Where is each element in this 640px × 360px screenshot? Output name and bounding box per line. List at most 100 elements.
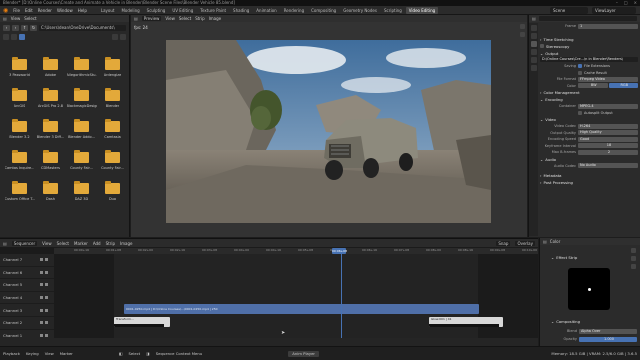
quality-dropdown[interactable]: High Quality [578,130,638,136]
cache-result-checkbox[interactable] [578,70,582,75]
sequencer-scrollbar[interactable] [0,338,538,346]
tab-video-editing[interactable]: Video Editing [405,6,439,14]
modifiers-tab-icon[interactable] [631,256,636,261]
compositing-section[interactable]: ⌄ Compositing [551,318,580,325]
menu-file[interactable]: File [13,8,20,13]
chevron-right-icon[interactable]: › [540,90,542,95]
chevron-right-icon[interactable]: › [540,173,542,178]
properties-search-input[interactable] [538,16,637,21]
folder-item[interactable]: ArcGIS [4,88,35,110]
folder-item[interactable]: DAZ 3D [66,181,97,203]
tab-modeling[interactable]: Modeling [118,7,142,14]
editor-type-icon[interactable]: ▤ [3,16,7,21]
folder-item[interactable]: Camtas Inquire... [4,150,35,172]
mute-icon[interactable] [45,283,49,287]
output-section[interactable]: Output [545,51,558,56]
color-management-section[interactable]: Color Management [544,90,580,95]
folder-item[interactable]: Ardengize [97,57,128,79]
chevron-down-icon[interactable]: ⌄ [540,97,543,102]
chevron-right-icon[interactable]: › [540,180,542,185]
file-extensions-checkbox[interactable] [578,64,582,69]
tab-shading[interactable]: Shading [230,7,252,14]
tab-scripting[interactable]: Scripting [381,7,405,14]
sq-menu-strip[interactable]: Strip [106,241,115,246]
speed-dropdown[interactable]: Good [578,136,638,142]
editor-type-icon[interactable]: ▤ [532,16,536,21]
color-bw-button[interactable]: BW [578,83,608,89]
metadata-section[interactable]: Metadata [544,173,562,178]
tab-sculpting[interactable]: Sculpting [144,7,169,14]
back-icon[interactable]: ‹ [3,24,10,31]
pv-menu-strip[interactable]: Strip [195,16,204,21]
folder-item[interactable]: 3 Passworld [4,57,35,79]
folder-item[interactable]: BlackmagicDesign [66,88,97,110]
stereoscopy-checkbox[interactable] [540,44,544,48]
output-tab-icon[interactable] [530,41,537,47]
blender-logo-icon[interactable]: ◉ [3,7,8,14]
editor-type-icon[interactable]: ▤ [543,239,547,244]
forward-icon[interactable]: › [12,24,19,31]
tab-layout[interactable]: Layout [98,7,118,14]
render-tab-icon[interactable] [530,33,537,39]
folder-item[interactable]: Blender [97,88,128,110]
menu-help[interactable]: Help [78,8,87,13]
status-keying[interactable]: Keying [26,351,39,356]
folder-item[interactable]: County Fair... [66,150,97,172]
editor-type-icon[interactable]: ▤ [134,16,138,21]
horizontal-list-icon[interactable] [11,34,17,40]
lock-icon[interactable] [40,296,44,300]
world-tab-icon[interactable] [530,65,537,71]
tool-tab-icon[interactable] [530,25,537,31]
tab-geometry-nodes[interactable]: Geometry Nodes [340,7,380,14]
mute-icon[interactable] [45,333,49,337]
lock-icon[interactable] [40,283,44,287]
folder-item[interactable]: Camtasia [97,119,128,141]
folder-item[interactable]: Duo [97,181,128,203]
keyframe-field[interactable]: 18 [578,143,638,149]
chevron-down-icon[interactable]: ⌄ [551,319,554,324]
effect-strip-right[interactable]: Glow.001 | 41 [429,317,503,327]
time-stretching-section[interactable]: Time Stretching [544,37,574,42]
opacity-slider[interactable]: 1.000 [579,336,637,342]
status-view[interactable]: View [45,351,54,356]
post-processing-section[interactable]: Post Processing [544,180,573,185]
channel-row[interactable]: Channel 3 [0,304,54,317]
channel-row[interactable]: Channel 5 [0,279,54,292]
lock-icon[interactable] [40,258,44,262]
bframes-field[interactable]: 2 [578,149,638,155]
movie-strip[interactable]: 0001-0250.mp4 | D:\Online Courses\...\00… [124,304,479,314]
color-rgb-button[interactable]: RGB [608,83,638,89]
channel-row[interactable]: Channel 2 [0,317,54,330]
folder-item[interactable]: County Fair... [97,150,128,172]
fb-menu-select[interactable]: Select [24,16,36,21]
folder-item[interactable]: Blender 3.2 [4,119,35,141]
folder-item[interactable]: Adobe [35,57,66,79]
zoom-icon[interactable] [520,24,525,29]
strip-tab-icon[interactable] [631,248,636,253]
encoding-section[interactable]: Encoding [545,97,563,102]
blend-dropdown[interactable]: Alpha Over [579,328,637,334]
chevron-down-icon[interactable]: ⌄ [540,157,543,162]
filter-icon[interactable] [112,34,118,40]
status-playback[interactable]: Playback [3,351,20,356]
menu-window[interactable]: Window [57,8,73,13]
pv-menu-select[interactable]: Select [179,16,191,21]
tab-rendering[interactable]: Rendering [281,7,307,14]
preview-mode-dropdown[interactable]: Preview [141,16,162,21]
tab-uv-editing[interactable]: UV Editing [169,7,196,14]
lock-icon[interactable] [40,270,44,274]
vertical-list-icon[interactable] [3,34,9,40]
lock-icon[interactable] [40,308,44,312]
folder-item[interactable]: ArcGIS Pro 2.8 [35,88,66,110]
pv-menu-view[interactable]: View [165,16,175,21]
editor-type-icon[interactable]: ▤ [3,241,7,246]
mute-icon[interactable] [45,296,49,300]
folder-item[interactable]: CDMasters [35,150,66,172]
chevron-down-icon[interactable]: ⌄ [540,117,543,122]
channel-row[interactable]: Channel 6 [0,267,54,280]
stereoscopy-section[interactable]: Stereoscopy [546,44,569,49]
folder-item[interactable]: Custom Office T... [4,181,35,203]
container-dropdown[interactable]: MPEG-4 [578,103,638,109]
folder-item[interactable]: Blender Addo... [66,119,97,141]
viewlayer-selector[interactable]: ViewLayer [592,7,636,14]
